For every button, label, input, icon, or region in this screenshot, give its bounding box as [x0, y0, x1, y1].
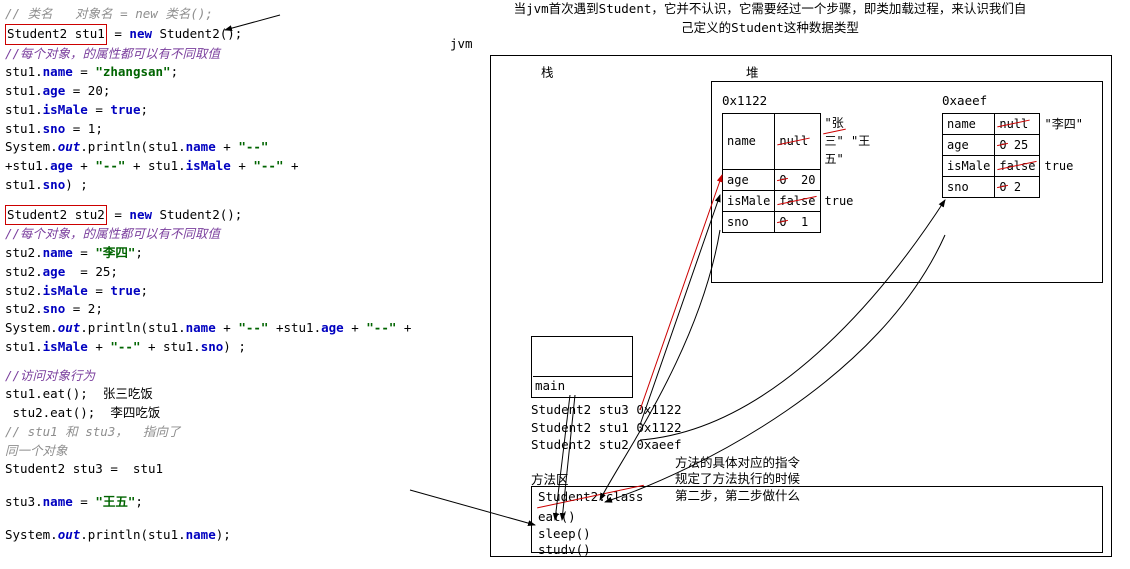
- code-line: stu1.isMale + "--" + stu1.sno) ;: [5, 338, 425, 357]
- comment: // stu1 和 stu3， 指向了: [5, 423, 425, 442]
- comment: 同一个对象: [5, 442, 425, 461]
- code-line: stu1.eat(); 张三吃饭: [5, 385, 425, 404]
- code-line: stu2.name = "李四";: [5, 244, 425, 263]
- code-line: stu2.eat(); 李四吃饭: [5, 404, 425, 423]
- code-line: Student2 stu3 = stu1: [5, 460, 425, 479]
- comment: //每个对象，的属性都可以有不同取值: [5, 225, 425, 244]
- code-line: stu1.isMale = true;: [5, 101, 425, 120]
- comment: //每个对象，的属性都可以有不同取值: [5, 45, 425, 64]
- code-line: stu1.name = "zhangsan";: [5, 63, 425, 82]
- heap-label: 堆: [746, 64, 759, 83]
- stack-label: 栈: [541, 64, 554, 83]
- highlight-box: Student2 stu2: [5, 205, 107, 226]
- jvm-label: jvm: [450, 35, 473, 54]
- heap-object-1: 0x1122 namenull"张三" "王五" age0 20 isMalef…: [722, 92, 872, 233]
- code-line: stu1.sno = 1;: [5, 120, 425, 139]
- heap-object-2: 0xaeef namenull"李四" age0 25 isMalefalset…: [942, 92, 1092, 198]
- code-pane: // 类名 对象名 = new 类名(); Student2 stu1 = ne…: [5, 5, 425, 545]
- diagram-pane: 当jvm首次遇到Student，它并不认识，它需要经过一个步骤，即类加载过程，来…: [430, 0, 1125, 38]
- method-annotation: 方法的具体对应的指令 规定了方法执行的时候 第二步，第二步做什么: [675, 455, 835, 504]
- comment: // 类名 对象名 = new 类名();: [5, 5, 425, 24]
- stack-vars: Student2 stu3 0x1122 Student2 stu1 0x112…: [531, 401, 682, 454]
- code-line: System.out.println(stu1.name + "--": [5, 138, 425, 157]
- code-line: stu2.isMale = true;: [5, 282, 425, 301]
- heap-box: 0x1122 namenull"张三" "王五" age0 20 isMalef…: [711, 81, 1103, 283]
- stack-main: main: [533, 376, 633, 396]
- code-line: Student2 stu1 = new Student2();: [5, 24, 425, 45]
- code-line: stu2.sno = 2;: [5, 300, 425, 319]
- code-line: Student2 stu2 = new Student2();: [5, 205, 425, 226]
- code-line: stu1.age = 20;: [5, 82, 425, 101]
- comment: //访问对象行为: [5, 367, 425, 386]
- code-line: +stu1.age + "--" + stu1.isMale + "--" +: [5, 157, 425, 176]
- code-line: stu1.sno) ;: [5, 176, 425, 195]
- highlight-box: Student2 stu1: [5, 24, 107, 45]
- code-line: stu2.age = 25;: [5, 263, 425, 282]
- top-annotation: 当jvm首次遇到Student，它并不认识，它需要经过一个步骤，即类加载过程，来…: [430, 0, 1110, 38]
- code-line: System.out.println(stu1.name + "--" +stu…: [5, 319, 425, 338]
- code-line: System.out.println(stu1.name);: [5, 526, 425, 545]
- code-line: stu3.name = "王五";: [5, 493, 425, 512]
